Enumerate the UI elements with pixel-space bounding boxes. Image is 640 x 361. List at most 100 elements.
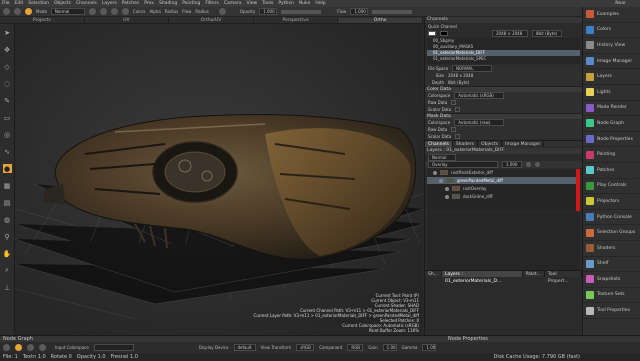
transform-tool-icon[interactable]: ◇ [3, 62, 12, 71]
layer-name[interactable]: rustPaintExterior_diff [451, 170, 493, 175]
menu-nuke[interactable]: Nuke [299, 1, 310, 6]
menu-tools[interactable]: Tools [262, 1, 273, 6]
shelf-tool-properties[interactable]: Tool Properties [583, 303, 640, 319]
layer-view-dropdown[interactable]: Normal [428, 154, 456, 161]
shelf-projectors[interactable]: Projectors [583, 194, 640, 210]
menu-file[interactable]: File [2, 1, 10, 6]
eyedropper-icon[interactable] [218, 8, 226, 15]
flow-toggle[interactable]: Flow [182, 9, 191, 14]
fill-tool-icon[interactable]: ▦ [3, 181, 12, 190]
colorspace-dropdown[interactable]: Automatic (sRGB) [454, 92, 505, 99]
hand-tool-icon[interactable]: ✋ [3, 249, 12, 258]
menu-help[interactable]: Help [315, 1, 325, 6]
visibility-toggle-icon[interactable] [445, 186, 449, 191]
shelf-mode-render[interactable]: Mode Render [583, 101, 640, 117]
shelf-texture-sets[interactable]: Texture Sets [583, 288, 640, 304]
layer-row[interactable]: greenPaintedMetal_diff [427, 177, 576, 185]
menu-filters[interactable]: Filters [205, 1, 219, 6]
shelf-history-view[interactable]: History View [583, 38, 640, 54]
panel-tab[interactable]: Sh... [425, 271, 442, 277]
undo-icon[interactable] [3, 8, 10, 15]
gain-field[interactable]: 1.00 [382, 343, 397, 351]
paint-tool-icon[interactable] [25, 8, 32, 15]
paint-tool-icon-active[interactable]: ● [2, 164, 12, 173]
lock-icon[interactable] [88, 8, 96, 15]
eyedropper-tool-icon[interactable]: ⚲ [3, 232, 12, 241]
paint-brush-tool-icon[interactable]: ✎ [3, 96, 12, 105]
paint-mode-icon[interactable] [15, 343, 22, 351]
blend-mode-dropdown[interactable]: Overlay [428, 161, 498, 168]
shelf-snapshots[interactable]: Snapshots [583, 272, 640, 288]
brush-icon[interactable] [99, 8, 107, 15]
play-icon[interactable] [3, 343, 10, 351]
tab-uv[interactable]: UV [85, 17, 170, 23]
menu-layers[interactable]: Layers [102, 1, 117, 6]
radius-toggle[interactable]: Radius [165, 9, 178, 14]
panel-tab[interactable]: Palet... [523, 271, 545, 277]
select-tool-icon[interactable]: ➤ [3, 28, 12, 37]
tab-orthouv[interactable]: Ortho/UV [169, 17, 254, 23]
menu-painting[interactable]: Painting [182, 1, 200, 6]
shelf-examples[interactable]: Examples [583, 7, 640, 23]
shelf-painting[interactable]: Painting [583, 147, 640, 163]
menu-python[interactable]: Python [278, 1, 294, 6]
mirror-icon[interactable] [121, 8, 129, 15]
panel-tab[interactable]: Layers : 01_exteriorMaterials_D... [442, 271, 523, 284]
menu-selection[interactable]: Selection [28, 1, 49, 6]
mask-colorspace-dropdown[interactable]: Automatic (raw) [454, 119, 505, 126]
menu-edit[interactable]: Edit [15, 1, 24, 6]
raw-data-checkbox[interactable] [451, 100, 457, 105]
opacity-slider[interactable] [281, 9, 322, 14]
display-device-dropdown[interactable]: default [233, 343, 256, 351]
menu-shading[interactable]: Shading [159, 1, 177, 6]
blur-tool-icon[interactable]: ◍ [3, 215, 12, 224]
component-dropdown[interactable]: RGB [347, 343, 364, 351]
opacity-field[interactable]: 1.000 [259, 8, 278, 15]
delete-layer-icon[interactable] [535, 162, 540, 167]
add-layer-icon[interactable] [526, 162, 531, 167]
shelf-shelf[interactable]: Shelf [583, 257, 640, 273]
shelf-layers[interactable]: Layers [583, 69, 640, 85]
gamma-field[interactable]: 1.00 [422, 343, 437, 351]
stamp-icon[interactable] [110, 8, 118, 15]
channel-size-field[interactable]: 2048 × 2048 [492, 30, 528, 37]
shelf-shaders[interactable]: Shaders [583, 241, 640, 257]
tab-ortho[interactable]: Ortho [338, 17, 423, 23]
visibility-toggle-icon[interactable] [439, 178, 443, 183]
file-space-field[interactable]: NORMAL [452, 65, 493, 72]
ruler-tool-icon[interactable]: ⊥ [3, 283, 12, 292]
tab-perspective[interactable]: Perspective [254, 17, 339, 23]
shelf-node-properties[interactable]: Node Properties [583, 132, 640, 148]
flow-field[interactable]: 1.000 [350, 8, 369, 15]
scalar-data-checkbox[interactable] [455, 107, 461, 112]
menu-camera[interactable]: Camera [224, 1, 242, 6]
shelf-colors[interactable]: Colors [583, 23, 640, 39]
tab-shaders[interactable]: Shaders [453, 141, 479, 147]
redo-icon[interactable] [14, 8, 21, 15]
channel-depth-field[interactable]: 8bit (Byte) [532, 30, 562, 37]
light-icon[interactable] [39, 343, 46, 351]
input-colorspace-dropdown[interactable] [93, 343, 134, 351]
shelf-node-graph[interactable]: Node Graph [583, 116, 640, 132]
shelf-patches[interactable]: Patches [583, 163, 640, 179]
layer-row[interactable]: darkGrime_diff [427, 193, 576, 201]
tab-objects[interactable]: Objects [478, 141, 503, 147]
eraser-tool-icon[interactable]: ▭ [3, 113, 12, 122]
smudge-tool-icon[interactable]: ∿ [3, 147, 12, 156]
menu-objects[interactable]: Objects [54, 1, 71, 6]
panel-tab[interactable]: Tool Propert... [545, 271, 582, 284]
menu-patches[interactable]: Patches [122, 1, 139, 6]
tab-projects[interactable]: Projects [0, 17, 85, 23]
mask-raw-data-checkbox[interactable] [451, 127, 457, 132]
shelf-selection-groups[interactable]: Selection Groups [583, 225, 640, 241]
shelf-lights[interactable]: Lights [583, 85, 640, 101]
layer-row[interactable]: rustOverlay [427, 185, 576, 193]
foreground-color-swatch[interactable] [428, 31, 436, 36]
shelf-image-manager[interactable]: Image Manager [583, 54, 640, 70]
move-tool-icon[interactable]: ✥ [3, 45, 12, 54]
channel-item[interactable]: 01_exteriorMaterials_SPEC [427, 56, 580, 62]
mask-scalar-data-checkbox[interactable] [455, 134, 461, 139]
shelf-python-console[interactable]: Python Console [583, 210, 640, 226]
view-transform-dropdown[interactable]: sRGB [296, 343, 315, 351]
menu-channels[interactable]: Channels [76, 1, 97, 6]
